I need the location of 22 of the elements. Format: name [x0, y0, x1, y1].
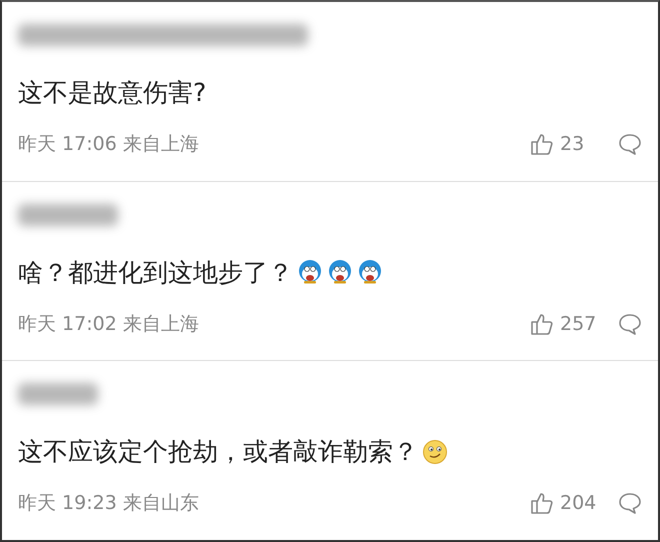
- comment-location: 来自上海: [122, 132, 199, 157]
- like-count: 257: [560, 312, 598, 335]
- comment-time: 昨天 19:23: [18, 491, 117, 516]
- comment-text: 啥？都进化到这地步了？: [18, 256, 293, 289]
- comment-text: 这不应该定个抢劫，或者敲诈勒索？: [18, 436, 418, 468]
- like-count: 23: [560, 133, 586, 155]
- comment-time: 昨天 17:06: [18, 132, 117, 157]
- cartoon-cat-emoji-icon: [327, 259, 353, 286]
- comment-text: 这不是故意伤害?: [18, 77, 206, 109]
- thumbs-up-icon[interactable]: [530, 312, 554, 336]
- like-count: 204: [560, 492, 598, 514]
- speech-bubble-icon[interactable]: [618, 133, 642, 155]
- comment-time: 昨天 17:02: [18, 312, 117, 337]
- cartoon-cat-emoji-icon: [357, 259, 383, 286]
- thumbs-up-icon[interactable]: [530, 132, 554, 156]
- speech-bubble-icon[interactable]: [618, 312, 642, 335]
- speech-bubble-icon[interactable]: [618, 492, 642, 514]
- cartoon-cat-emoji-icon: [297, 259, 323, 286]
- smiley-emoji-icon: [422, 438, 448, 465]
- comment-location: 来自上海: [122, 312, 199, 337]
- comment-location: 来自山东: [122, 491, 199, 516]
- thumbs-up-icon[interactable]: [530, 491, 554, 516]
